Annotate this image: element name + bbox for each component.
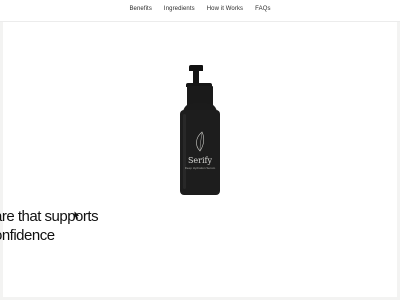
nav-link-ingredients[interactable]: Ingredients <box>164 6 195 12</box>
page: Benefits Ingredients How it Works FAQs S… <box>0 0 400 300</box>
brand-name: Serify <box>187 156 213 165</box>
leaf-icon <box>196 131 205 152</box>
hero-headline: are that supports onfidence <box>0 207 214 245</box>
nav-links: Benefits Ingredients How it Works FAQs <box>0 6 400 12</box>
pump-neck <box>193 70 199 84</box>
nav-link-how-it-works[interactable]: How it Works <box>207 6 243 12</box>
nav-link-benefits[interactable]: Benefits <box>129 6 151 12</box>
product-image: Serify Deep Hydration Serum <box>170 62 230 202</box>
top-nav: Benefits Ingredients How it Works FAQs <box>0 0 400 22</box>
hero-line-2: onfidence <box>0 227 55 245</box>
nav-link-faqs[interactable]: FAQs <box>255 6 270 12</box>
bottle-label: Serify Deep Hydration Serum <box>180 110 220 195</box>
hero-line-1: are that supports <box>0 208 99 226</box>
arrow-cursor-icon <box>74 211 80 219</box>
product-subtitle: Deep Hydration Serum <box>184 166 216 170</box>
frame-edge-left <box>0 0 3 300</box>
nav-divider <box>0 21 400 22</box>
